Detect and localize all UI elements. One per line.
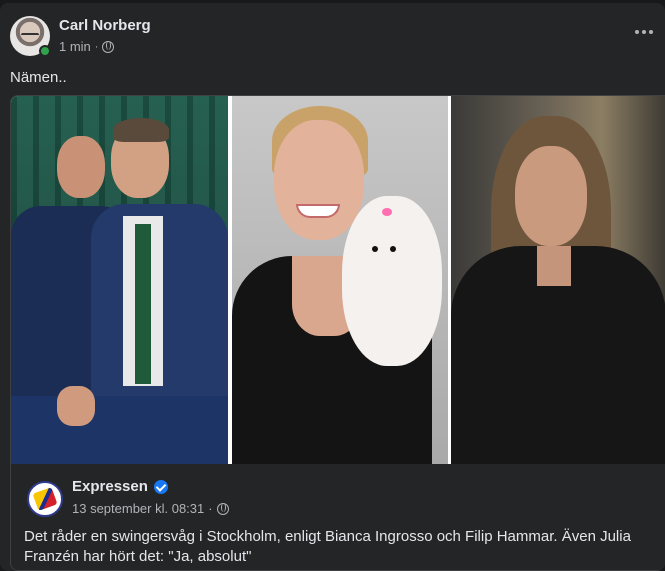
verified-badge-icon bbox=[153, 479, 168, 494]
post-timestamp[interactable]: 1 min bbox=[59, 39, 91, 54]
shared-date[interactable]: 13 september kl. 08:31 bbox=[72, 501, 204, 516]
meta-separator: · bbox=[94, 40, 99, 53]
globe-icon bbox=[216, 502, 229, 515]
collage-panel-woman bbox=[451, 96, 665, 464]
page-name[interactable]: Expressen bbox=[72, 478, 168, 495]
post-meta: 1 min · bbox=[59, 39, 115, 54]
collage-panel-men bbox=[11, 96, 228, 464]
collage-panel-woman-dog bbox=[232, 96, 448, 464]
more-options-icon[interactable] bbox=[633, 24, 655, 40]
shared-meta-separator: · bbox=[208, 501, 213, 516]
page-name-label[interactable]: Expressen bbox=[72, 478, 148, 495]
shared-meta: 13 september kl. 08:31 · bbox=[72, 501, 229, 516]
author-name[interactable]: Carl Norberg bbox=[59, 17, 151, 34]
post-text: Nämen.. bbox=[10, 69, 67, 86]
feed-post: Carl Norberg 1 min · Nämen.. Expressen 1… bbox=[0, 3, 665, 571]
expressen-logo[interactable] bbox=[27, 481, 63, 517]
link-preview-footer[interactable]: Expressen 13 september kl. 08:31 · Det r… bbox=[11, 464, 665, 570]
online-status-icon bbox=[39, 45, 51, 57]
shared-post-text: Det råder en swingersvåg i Stockholm, en… bbox=[24, 528, 631, 565]
link-preview-image[interactable] bbox=[11, 96, 665, 464]
avatar-glasses-shape bbox=[21, 33, 39, 37]
globe-icon[interactable] bbox=[102, 40, 115, 53]
shared-link-card[interactable]: Expressen 13 september kl. 08:31 · Det r… bbox=[10, 95, 665, 571]
